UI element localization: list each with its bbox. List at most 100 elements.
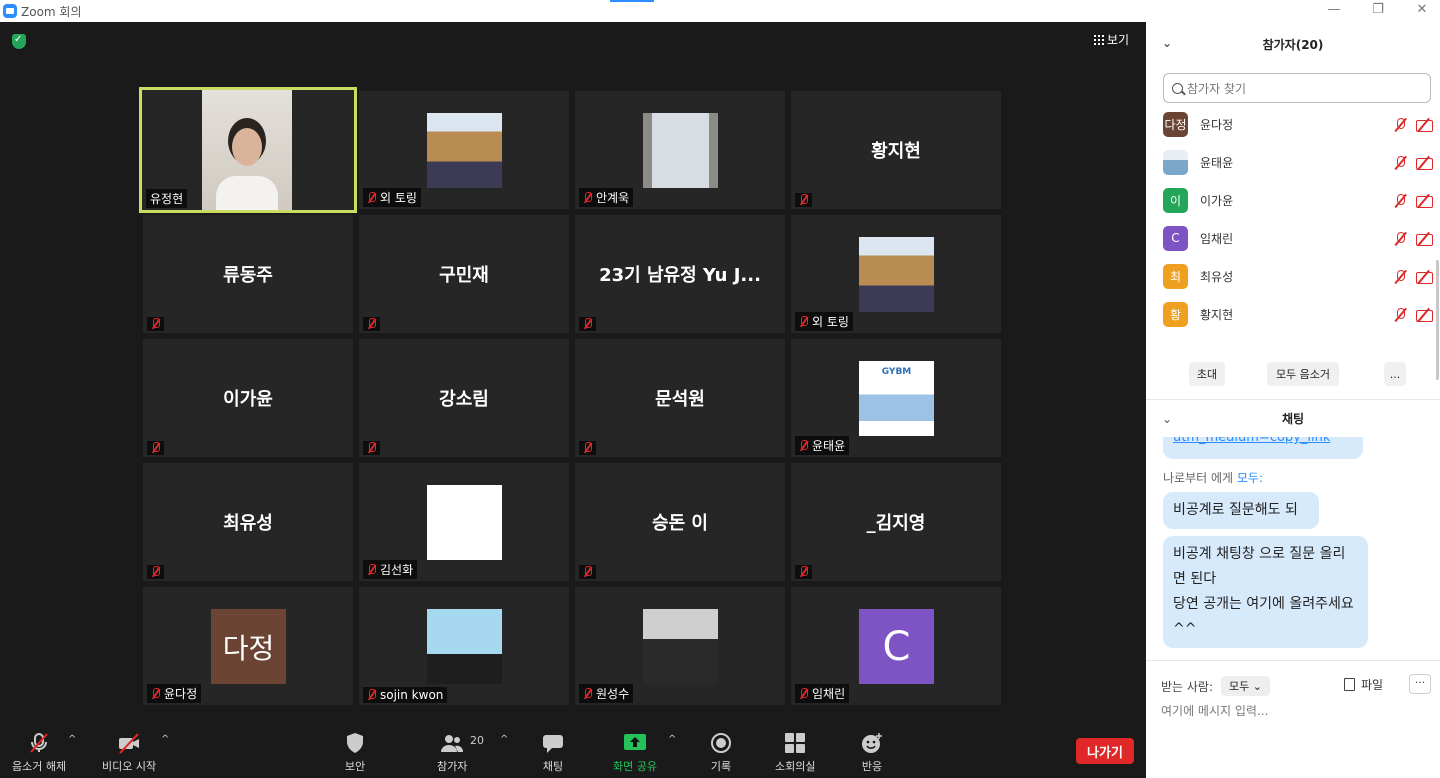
chat-icon xyxy=(543,735,563,753)
participant-tile[interactable]: 구민재 xyxy=(359,215,569,333)
participant-name: 최유성 xyxy=(223,513,273,534)
leave-button[interactable]: 나가기 xyxy=(1076,738,1134,764)
participant-tile[interactable]: 이가윤 xyxy=(143,339,353,457)
participant-tile[interactable]: 외 토링 xyxy=(359,91,569,209)
file-button[interactable]: 파일 xyxy=(1344,676,1383,693)
chat-button[interactable]: 채팅 xyxy=(542,732,564,774)
video-off-icon[interactable] xyxy=(1416,270,1433,284)
reactions-button[interactable]: 반응 xyxy=(861,732,883,774)
recipient-row: 받는 사람: 모두 ⌄ xyxy=(1161,676,1270,696)
mic-muted-icon[interactable] xyxy=(1393,307,1408,321)
participant-tile[interactable]: 원성수 xyxy=(575,587,785,705)
mic-muted-icon xyxy=(151,687,160,700)
breakout-rooms-icon xyxy=(785,733,806,753)
participant-tile[interactable]: 23기 남유정 Yu J... xyxy=(575,215,785,333)
chat-message-input[interactable]: 여기에 메시지 입력... xyxy=(1161,702,1268,719)
share-options-caret-icon[interactable]: ^ xyxy=(668,734,676,745)
participant-label-text: 외 토링 xyxy=(380,191,417,205)
share-screen-button[interactable]: 화면 공유 xyxy=(613,732,657,774)
participant-label-text: 유정현 xyxy=(150,192,184,206)
participant-tile[interactable]: 외 토링 xyxy=(791,215,1001,333)
video-off-icon[interactable] xyxy=(1416,194,1433,208)
video-off-icon[interactable] xyxy=(1416,156,1433,170)
breakout-rooms-button[interactable]: 소회의실 xyxy=(775,732,815,774)
video-options-caret-icon[interactable]: ^ xyxy=(161,734,169,745)
participant-row[interactable]: 이 이가윤 xyxy=(1163,187,1433,213)
mic-muted-icon[interactable] xyxy=(1393,269,1408,283)
mic-muted-icon xyxy=(799,194,808,206)
participant-tile[interactable]: C 임채린 xyxy=(791,587,1001,705)
security-button[interactable]: 보안 xyxy=(344,732,366,774)
participant-tile[interactable]: 강소림 xyxy=(359,339,569,457)
close-button[interactable]: ✕ xyxy=(1415,3,1429,17)
mic-muted-icon[interactable] xyxy=(1393,155,1408,169)
participant-avatar xyxy=(1163,149,1188,175)
participant-row[interactable]: 최 최유성 xyxy=(1163,263,1433,289)
participant-tile[interactable]: _김지영 xyxy=(791,463,1001,581)
participant-name: 문석원 xyxy=(655,389,705,410)
participant-tile[interactable]: 최유성 xyxy=(143,463,353,581)
recipient-select[interactable]: 모두 ⌄ xyxy=(1221,676,1270,696)
participant-tile[interactable]: 유정현 xyxy=(139,87,357,213)
search-icon xyxy=(1172,82,1183,94)
security-label: 보안 xyxy=(344,760,366,773)
participant-row[interactable]: 윤태윤 xyxy=(1163,149,1433,175)
audio-options-caret-icon[interactable]: ^ xyxy=(68,734,76,745)
participant-tile[interactable]: 승돈 이 xyxy=(575,463,785,581)
video-off-icon[interactable] xyxy=(1416,308,1433,322)
restore-button[interactable]: ❐ xyxy=(1371,3,1385,17)
participant-tile[interactable]: 류동주 xyxy=(143,215,353,333)
more-options-button[interactable]: ... xyxy=(1384,362,1406,386)
participant-label xyxy=(579,565,596,579)
participant-name: 황지현 xyxy=(871,141,921,162)
unmute-button[interactable]: 음소거 해제 xyxy=(12,732,66,774)
video-off-icon[interactable] xyxy=(1416,118,1433,132)
start-video-button[interactable]: 비디오 시작 xyxy=(102,732,156,774)
chat-to[interactable]: 모두: xyxy=(1237,471,1263,485)
chat-more-button[interactable]: ··· xyxy=(1409,674,1431,694)
file-label: 파일 xyxy=(1361,678,1384,692)
chat-title: 채팅 xyxy=(1281,412,1305,426)
mute-all-button[interactable]: 모두 음소거 xyxy=(1267,362,1339,386)
participant-tile[interactable]: 문석원 xyxy=(575,339,785,457)
participant-tile[interactable]: 김선화 xyxy=(359,463,569,581)
participant-avatar: 최 xyxy=(1163,263,1188,289)
participant-row[interactable]: 다정 윤다정 xyxy=(1163,111,1433,137)
chat-message-bubble: 비공계로 질문해도 되 xyxy=(1163,492,1319,529)
unmute-label: 음소거 해제 xyxy=(12,760,67,773)
record-button[interactable]: 기록 xyxy=(710,732,732,774)
mic-muted-icon xyxy=(583,566,592,578)
participant-tile[interactable]: 황지현 xyxy=(791,91,1001,209)
participant-search-input[interactable]: 참가자 찾기 xyxy=(1163,73,1431,103)
minimize-button[interactable]: — xyxy=(1327,3,1341,17)
chat-link[interactable]: utm_medium=copy_link xyxy=(1173,437,1330,445)
participant-tile[interactable]: GYBM 윤태윤 xyxy=(791,339,1001,457)
mic-muted-icon[interactable] xyxy=(1393,117,1408,131)
participant-video xyxy=(202,90,292,210)
participants-count: 20 xyxy=(470,734,484,747)
grid-icon xyxy=(1094,34,1104,45)
mic-muted-icon[interactable] xyxy=(1393,231,1408,245)
mic-muted-icon[interactable] xyxy=(1393,193,1408,207)
mic-muted-icon xyxy=(151,442,160,454)
panel-scrollbar[interactable] xyxy=(1436,260,1439,380)
video-off-icon[interactable] xyxy=(1416,232,1433,246)
encryption-shield-icon[interactable] xyxy=(12,34,26,49)
view-button[interactable]: 보기 xyxy=(1094,31,1129,48)
participant-row[interactable]: C 임채린 xyxy=(1163,225,1433,251)
participant-tile[interactable]: 다정 윤다정 xyxy=(143,587,353,705)
collapse-chevron-icon[interactable]: ⌄ xyxy=(1162,36,1172,50)
participant-label: 유정현 xyxy=(146,189,188,208)
participant-name: 이가윤 xyxy=(1200,193,1234,208)
chat-label: 채팅 xyxy=(542,760,564,773)
participant-tile[interactable]: 안계욱 xyxy=(575,91,785,209)
invite-button[interactable]: 초대 xyxy=(1189,362,1225,386)
participant-tile[interactable]: sojin kwon xyxy=(359,587,569,705)
panel-divider xyxy=(1146,399,1440,400)
participant-label xyxy=(147,441,164,455)
participant-image: GYBM xyxy=(859,361,934,436)
participants-button[interactable]: 참가자 xyxy=(437,732,467,774)
participants-caret-icon[interactable]: ^ xyxy=(500,734,508,745)
participant-row[interactable]: 황 황지현 xyxy=(1163,301,1433,327)
participant-status xyxy=(1393,269,1433,284)
